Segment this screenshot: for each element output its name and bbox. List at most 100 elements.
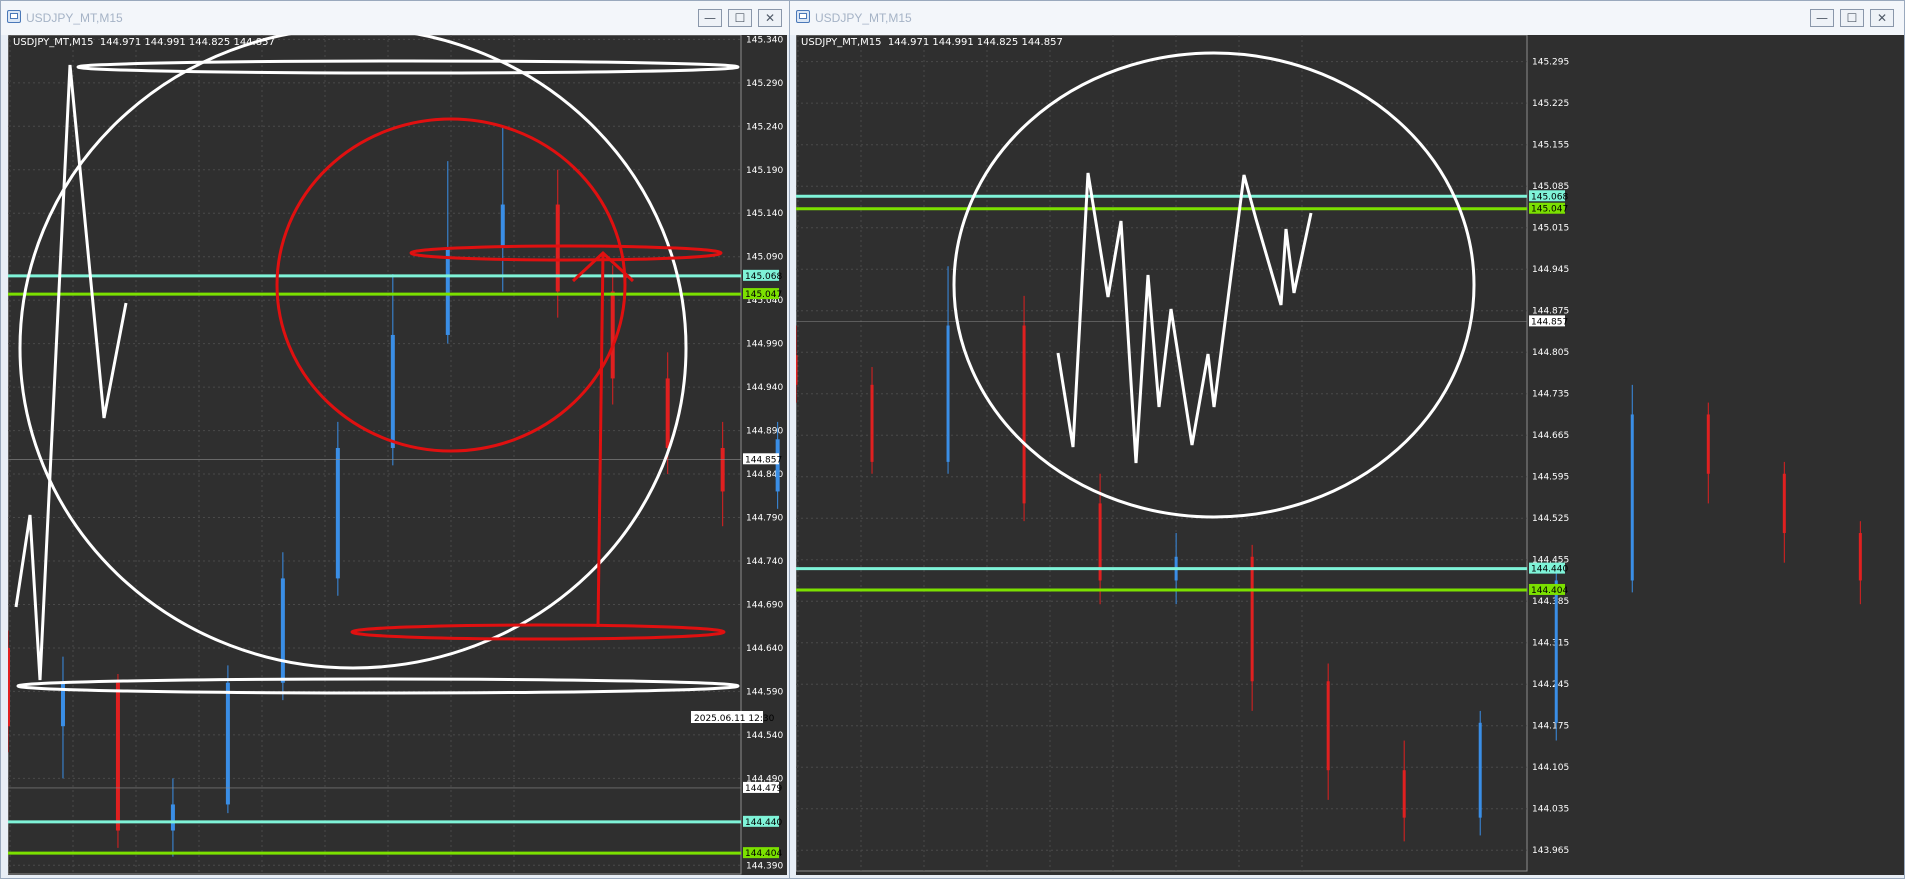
level-price-label: 144.440 bbox=[1531, 565, 1568, 575]
candle-body bbox=[665, 378, 670, 448]
annotation-white-zigzag bbox=[1056, 172, 1313, 464]
y-tick-label: 145.290 bbox=[746, 79, 783, 89]
y-tick-label: 143.965 bbox=[1532, 846, 1569, 856]
level-price-label: 145.068 bbox=[1531, 192, 1568, 202]
y-tick-label: 144.990 bbox=[746, 340, 783, 350]
candle-body bbox=[335, 447, 340, 579]
candle-body bbox=[1402, 770, 1406, 818]
minimize-button[interactable]: — bbox=[698, 9, 722, 27]
y-tick-label: 144.940 bbox=[746, 383, 783, 393]
candle-body bbox=[280, 578, 285, 683]
candle-body bbox=[170, 804, 175, 831]
y-tick-label: 144.595 bbox=[1532, 473, 1569, 483]
y-tick-label: 144.805 bbox=[1532, 348, 1569, 358]
chart-svg: 145.295145.225145.155145.085145.015144.9… bbox=[796, 35, 1862, 872]
level-price-label: 145.047 bbox=[1531, 205, 1568, 215]
current-price-label: 144.479 bbox=[745, 784, 782, 794]
y-tick-label: 145.155 bbox=[1532, 141, 1569, 151]
annotation-white-circle bbox=[18, 35, 688, 670]
plot-frame bbox=[796, 35, 1528, 872]
y-tick-label: 144.875 bbox=[1532, 307, 1569, 317]
candle-body bbox=[1706, 414, 1710, 474]
y-tick-label: 144.790 bbox=[746, 514, 783, 524]
candle-body bbox=[115, 682, 120, 831]
annotation-red-top-ellipse bbox=[409, 244, 723, 262]
annotation-white-top-ellipse bbox=[76, 59, 740, 75]
y-tick-label: 145.295 bbox=[1532, 58, 1569, 68]
chart-svg: 145.340 145.290 145.240 145.190 145.140 145.0… bbox=[8, 35, 783, 875]
annotation-white-zigzag bbox=[14, 64, 128, 681]
y-tick-label: 145.340 bbox=[746, 35, 783, 45]
y-tick-label: 144.740 bbox=[746, 557, 783, 567]
time-marker-label: 2025.06.11 12:30 bbox=[694, 714, 775, 724]
price-chart-right[interactable]: 145.295 145.225 145.155 145.085 145.015 144.9… bbox=[796, 35, 1904, 877]
candle-body bbox=[1478, 722, 1482, 818]
y-tick-label: 144.315 bbox=[1532, 639, 1569, 649]
candle-body bbox=[555, 204, 560, 292]
candle-body bbox=[1554, 580, 1558, 723]
annotation-red-arrow bbox=[596, 252, 605, 628]
y-tick-label: 144.540 bbox=[746, 731, 783, 741]
close-button[interactable]: ✕ bbox=[1870, 9, 1894, 27]
chart-window-right[interactable]: USDJPY_MT,M15 — ☐ ✕ 145.295 145.225 145.15… bbox=[789, 0, 1905, 879]
window-titlebar[interactable]: USDJPY_MT,M15 — ☐ ✕ bbox=[1, 1, 789, 35]
level-price-label: 145.068 bbox=[745, 272, 782, 282]
candle-body bbox=[796, 355, 798, 385]
candle-body bbox=[1326, 681, 1330, 771]
candle-body bbox=[390, 334, 395, 448]
y-tick-label: 145.090 bbox=[746, 253, 783, 263]
y-tick-label: 144.735 bbox=[1532, 390, 1569, 400]
candle-body bbox=[1630, 414, 1634, 581]
candle-body bbox=[870, 384, 874, 462]
y-tick-label: 144.665 bbox=[1532, 431, 1569, 441]
minimize-button[interactable]: — bbox=[1810, 9, 1834, 27]
y-tick-label: 144.245 bbox=[1532, 680, 1569, 690]
candle-body bbox=[610, 291, 615, 379]
candle-body bbox=[225, 682, 230, 805]
y-tick-label: 144.590 bbox=[746, 687, 783, 697]
window-title: USDJPY_MT,M15 bbox=[815, 11, 912, 25]
chart-window-icon bbox=[796, 10, 810, 23]
y-tick-label: 144.390 bbox=[746, 861, 783, 871]
y-tick-label: 144.385 bbox=[1532, 597, 1569, 607]
chart-window-icon bbox=[7, 10, 21, 23]
price-chart-left[interactable]: 145.340 145.290 145.240 145.190 145.140 145.0… bbox=[8, 35, 787, 877]
y-tick-label: 144.175 bbox=[1532, 722, 1569, 732]
window-title: USDJPY_MT,M15 bbox=[26, 11, 123, 25]
candle-body bbox=[1858, 533, 1862, 581]
y-tick-label: 145.240 bbox=[746, 122, 783, 132]
level-price-label: 144.404 bbox=[1531, 586, 1568, 596]
y-tick-label: 144.105 bbox=[1532, 763, 1569, 773]
candle-body bbox=[1022, 325, 1026, 504]
level-price-label: 144.440 bbox=[745, 818, 782, 828]
candle-body bbox=[8, 647, 10, 727]
y-tick-label: 145.190 bbox=[746, 166, 783, 176]
candle-body bbox=[720, 447, 725, 492]
current-price-label: 144.857 bbox=[745, 455, 782, 465]
window-titlebar[interactable]: USDJPY_MT,M15 — ☐ ✕ bbox=[790, 1, 1904, 35]
chart-info-line: USDJPY_MT,M15 144.971 144.991 144.825 14… bbox=[801, 37, 1063, 48]
chart-window-left[interactable]: USDJPY_MT,M15 — ☐ ✕ 145.340 145.290 145.24… bbox=[0, 0, 790, 879]
y-tick-label: 144.690 bbox=[746, 600, 783, 610]
close-button[interactable]: ✕ bbox=[758, 9, 782, 27]
candle-body bbox=[445, 248, 450, 335]
candle-body bbox=[500, 204, 505, 249]
candle-body bbox=[1250, 556, 1254, 682]
maximize-button[interactable]: ☐ bbox=[728, 9, 752, 27]
annotation-red-bottom-ellipse bbox=[350, 623, 726, 641]
y-tick-label: 144.945 bbox=[1532, 265, 1569, 275]
y-tick-label: 144.640 bbox=[746, 644, 783, 654]
maximize-button[interactable]: ☐ bbox=[1840, 9, 1864, 27]
annotation-white-bottom-ellipse bbox=[16, 677, 740, 695]
candle-body bbox=[946, 325, 950, 462]
y-tick-label: 144.035 bbox=[1532, 805, 1569, 815]
y-tick-label: 145.015 bbox=[1532, 224, 1569, 234]
y-tick-label: 145.140 bbox=[746, 209, 783, 219]
status-bar bbox=[1, 875, 789, 878]
y-tick-label: 144.525 bbox=[1532, 514, 1569, 524]
level-price-label: 145.047 bbox=[745, 290, 782, 300]
annotation-white-circle bbox=[952, 51, 1476, 519]
status-bar bbox=[790, 875, 1904, 878]
current-price-label: 144.857 bbox=[1531, 317, 1568, 327]
level-price-label: 144.404 bbox=[745, 849, 782, 859]
